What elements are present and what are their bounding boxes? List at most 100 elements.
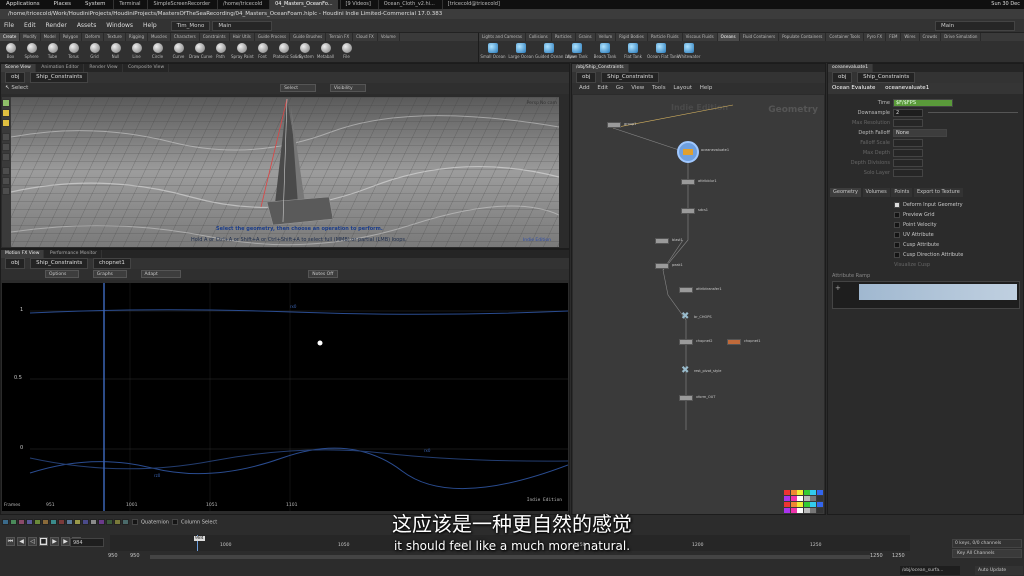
tool-line[interactable]: Line bbox=[126, 41, 147, 59]
move-tool-icon[interactable] bbox=[2, 109, 10, 117]
shelf-tab-fem[interactable]: FEM bbox=[886, 33, 902, 41]
view-tool-icon[interactable] bbox=[2, 153, 10, 161]
color-palette[interactable] bbox=[784, 490, 824, 514]
key-all-channels-button[interactable]: Key All Channels bbox=[952, 549, 1022, 558]
downsample-slider[interactable] bbox=[928, 112, 1018, 113]
swatch[interactable] bbox=[82, 519, 89, 525]
visibility-dropdown[interactable]: Visibility bbox=[329, 84, 366, 92]
swatch[interactable] bbox=[18, 519, 25, 525]
menu-file[interactable]: File bbox=[0, 19, 18, 33]
net-menu-layout[interactable]: Layout bbox=[673, 85, 692, 91]
menu-render[interactable]: Render bbox=[42, 19, 71, 33]
shelf-tab-hair-utils[interactable]: Hair Utils bbox=[230, 33, 255, 41]
tool-small-ocean[interactable]: Small Ocean bbox=[479, 41, 507, 59]
shelf-tab-characters[interactable]: Characters bbox=[171, 33, 200, 41]
range-end-field[interactable]: 1250 bbox=[870, 553, 883, 559]
max-depth-field[interactable] bbox=[893, 149, 923, 157]
tool-curve[interactable]: Curve bbox=[168, 41, 189, 59]
swatch[interactable] bbox=[106, 519, 113, 525]
system-menu[interactable]: System bbox=[79, 0, 112, 9]
shelf-tab-guide-brushes[interactable]: Guide Brushes bbox=[290, 33, 327, 41]
node-attribtransfer1[interactable] bbox=[679, 287, 693, 293]
tool-null[interactable]: Null bbox=[105, 41, 126, 59]
net-menu-add[interactable]: Add bbox=[579, 85, 590, 91]
net-menu-view[interactable]: View bbox=[631, 85, 644, 91]
tool-metaball[interactable]: Metaball bbox=[315, 41, 336, 59]
swatch[interactable] bbox=[42, 519, 49, 525]
shelf-tab-create[interactable]: Create bbox=[0, 33, 21, 41]
tool-spray-paint[interactable]: Spray Paint bbox=[231, 41, 254, 59]
shelf-tab-crowds[interactable]: Crowds bbox=[920, 33, 942, 41]
swatch[interactable] bbox=[10, 519, 17, 525]
handle-tool-icon[interactable] bbox=[2, 133, 10, 141]
palette-swatch[interactable] bbox=[784, 502, 790, 507]
net-menu-edit[interactable]: Edit bbox=[597, 85, 608, 91]
right-main-dropdown[interactable]: Main bbox=[935, 21, 1015, 31]
menu-assets[interactable]: Assets bbox=[73, 19, 101, 33]
swatch[interactable] bbox=[50, 519, 57, 525]
tool-grid[interactable]: Grid bbox=[84, 41, 105, 59]
shelf-tab-oceans[interactable]: Oceans bbox=[717, 33, 740, 41]
menu-edit[interactable]: Edit bbox=[20, 19, 40, 33]
palette-swatch[interactable] bbox=[810, 508, 816, 513]
palette-swatch[interactable] bbox=[816, 508, 823, 513]
depth-divisions-field[interactable] bbox=[893, 159, 923, 167]
palette-swatch[interactable] bbox=[797, 502, 803, 507]
play-button[interactable]: ▶ bbox=[50, 537, 59, 546]
taskbar-item[interactable]: /home/tricecold bbox=[217, 0, 267, 9]
graphs-dropdown[interactable]: Graphs bbox=[92, 270, 127, 278]
palette-swatch[interactable] bbox=[810, 490, 816, 495]
tool-circle[interactable]: Circle bbox=[147, 41, 168, 59]
shelf-tab-populate-containers[interactable]: Populate Containers bbox=[779, 33, 827, 41]
shelf-tab-drive-simulation[interactable]: Drive Simulation bbox=[941, 33, 982, 41]
swatch[interactable] bbox=[26, 519, 33, 525]
status-path[interactable]: /obj/ocean_surfa... bbox=[900, 566, 960, 575]
shelf-tab-viscous-fluids[interactable]: Viscous Fluids bbox=[683, 33, 718, 41]
net-menu-tools[interactable]: Tools bbox=[652, 85, 666, 91]
shelf-tab-guide-process[interactable]: Guide Process bbox=[255, 33, 291, 41]
palette-swatch[interactable] bbox=[803, 490, 810, 495]
shelf-tab-polygon[interactable]: Polygon bbox=[60, 33, 83, 41]
tool-font[interactable]: Font bbox=[252, 41, 273, 59]
play-reverse-button[interactable]: ◁ bbox=[28, 537, 37, 546]
select-tool-icon[interactable] bbox=[2, 99, 10, 107]
shelf-tab-muscles[interactable]: Muscles bbox=[148, 33, 171, 41]
swatch[interactable] bbox=[2, 519, 9, 525]
taskbar-item-houdini[interactable]: 04_Masters_OceanFo... bbox=[269, 0, 338, 9]
shelf-tab-collisions[interactable]: Collisions bbox=[526, 33, 552, 41]
tool-sphere[interactable]: Sphere bbox=[21, 41, 42, 59]
tab-composite-view[interactable]: Composite View bbox=[124, 64, 170, 72]
range-start-field[interactable]: 950 bbox=[108, 553, 118, 559]
path-obj[interactable]: obj bbox=[576, 72, 597, 83]
range-end-field-2[interactable]: 1250 bbox=[892, 553, 905, 559]
shelf-tab-terrain-fx[interactable]: Terrain FX bbox=[326, 33, 354, 41]
palette-swatch[interactable] bbox=[816, 490, 823, 495]
path-obj[interactable]: obj bbox=[832, 72, 853, 83]
path-ship-constraints[interactable]: Ship_Constraints bbox=[30, 72, 89, 83]
palette-swatch[interactable] bbox=[803, 496, 810, 501]
swatch[interactable] bbox=[74, 519, 81, 525]
node-chopnet1[interactable] bbox=[727, 339, 741, 345]
activities-menu[interactable]: Applications bbox=[0, 0, 46, 9]
select-dropdown[interactable]: Select bbox=[280, 84, 317, 92]
palette-swatch[interactable] bbox=[784, 490, 790, 495]
downsample-field[interactable]: 2 bbox=[893, 109, 923, 117]
swatch[interactable] bbox=[114, 519, 121, 525]
subtab-geometry[interactable]: Geometry bbox=[830, 188, 861, 197]
taskbar-item[interactable]: [tricecold@tricecold] bbox=[441, 0, 505, 9]
tab-animation-editor[interactable]: Animation Editor bbox=[37, 64, 84, 72]
subtab-volumes[interactable]: Volumes bbox=[862, 188, 890, 197]
node-br-chops-icon[interactable]: ✖ bbox=[681, 311, 689, 322]
time-field[interactable]: $F/$FPS bbox=[893, 99, 953, 107]
preview-grid-checkbox[interactable] bbox=[894, 211, 900, 218]
path-ship-constraints[interactable]: Ship_Constraints bbox=[30, 258, 89, 269]
tool-guided-ocean-layer[interactable]: Guided Ocean Layer bbox=[535, 41, 576, 59]
channel-graph[interactable]: 1 0.5 0 rx0 rz0 rx0 Indie Edition Frames… bbox=[2, 283, 568, 511]
auto-update-dropdown[interactable]: Auto Update bbox=[975, 566, 1023, 575]
uv-attribute-checkbox[interactable] bbox=[894, 231, 900, 238]
tool-file[interactable]: File bbox=[336, 41, 357, 59]
network-canvas[interactable]: Indie Edition Geometry group1 oceanevalu… bbox=[573, 95, 824, 514]
palette-swatch[interactable] bbox=[816, 496, 823, 501]
shelf-tab-modify[interactable]: Modify bbox=[20, 33, 41, 41]
menu-help[interactable]: Help bbox=[139, 19, 161, 33]
